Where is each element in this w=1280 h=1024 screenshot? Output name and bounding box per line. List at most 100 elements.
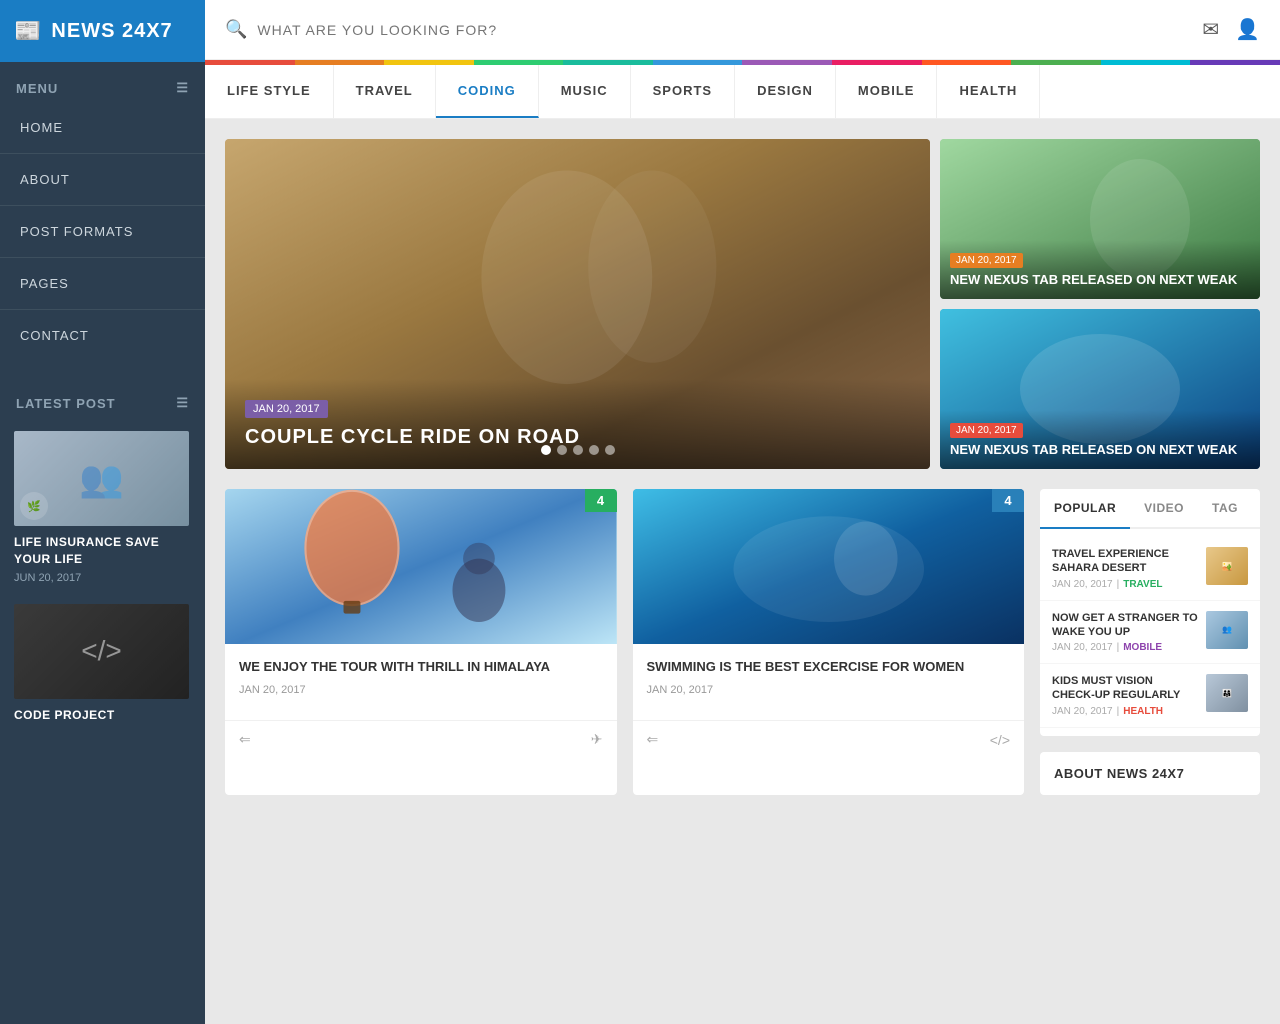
hero-dot-3[interactable] <box>573 445 583 455</box>
widget-tabs: POPULAR VIDEO TAG <box>1040 489 1260 529</box>
hero-side-cards: JAN 20, 2017 NEW NEXUS TAB RELEASED ON N… <box>940 139 1260 469</box>
widget-post-meta-3: JAN 20, 2017 | HEALTH <box>1052 706 1198 717</box>
article-title-1: WE ENJOY THE TOUR WITH THRILL IN HIMALAY… <box>239 658 603 676</box>
widget-post-tag-3: HEALTH <box>1123 706 1163 717</box>
menu-label: MENU <box>16 81 58 96</box>
nav-item-coding[interactable]: CODING <box>436 65 539 118</box>
widget-post-info-2: NOW GET A STRANGER TO WAKE YOU UP JAN 20… <box>1052 611 1198 654</box>
article-thumbnail-1: 4 <box>225 489 617 644</box>
widget-post-thumb-3: 👨‍👩‍👧 <box>1206 674 1248 712</box>
sidebar-logo[interactable]: 📰 NEWS 24X7 <box>0 0 205 62</box>
article-footer-1: ⇐ ✈ <box>225 720 617 758</box>
article-date-2: JAN 20, 2017 <box>647 684 1011 696</box>
articles-grid: 4 WE ENJOY THE TOUR WITH THRILL IN HIMAL… <box>225 489 1024 795</box>
hero-dot-2[interactable] <box>557 445 567 455</box>
hamburger-icon: ☰ <box>176 80 189 96</box>
hero-section: JAN 20, 2017 COUPLE CYCLE RIDE ON ROAD <box>225 139 1260 469</box>
nav-item-mobile[interactable]: MOBILE <box>836 65 938 118</box>
site-header: 🔍 ✉ 👤 <box>205 0 1280 60</box>
hero-side-caption-2: JAN 20, 2017 NEW NEXUS TAB RELEASED ON N… <box>940 410 1260 469</box>
nav-item-design[interactable]: DESIGN <box>735 65 836 118</box>
post-title: LIFE INSURANCE SAVE YOUR LIFE <box>14 534 191 568</box>
tab-video[interactable]: VIDEO <box>1130 489 1198 527</box>
hero-side-date-1: JAN 20, 2017 <box>950 253 1023 268</box>
widget-post-title-1: TRAVEL EXPERIENCE SAHARA DESERT <box>1052 547 1198 576</box>
article-date-1: JAN 20, 2017 <box>239 684 603 696</box>
user-icon[interactable]: 👤 <box>1235 17 1260 42</box>
nav-item-health[interactable]: HEALTH <box>937 65 1040 118</box>
hero-dot-indicators <box>541 445 615 455</box>
sidebar-item-contact[interactable]: CONTACT <box>0 314 205 357</box>
share-icon[interactable]: ⇐ <box>239 731 251 748</box>
article-card-2: 4 SWIMMING IS THE BEST EXCERCISE FOR WOM… <box>633 489 1025 795</box>
widget-post-date-2: JAN 20, 2017 <box>1052 642 1113 653</box>
list-item: NOW GET A STRANGER TO WAKE YOU UP JAN 20… <box>1040 601 1260 665</box>
hero-side-title-2: NEW NEXUS TAB RELEASED ON NEXT WEAK <box>950 442 1250 459</box>
widget-post-info-3: KIDS MUST VISION CHECK-UP REGULARLY JAN … <box>1052 674 1198 717</box>
mail-icon[interactable]: ✉ <box>1202 17 1219 42</box>
code-icon[interactable]: </> <box>990 732 1010 748</box>
about-widget-title: ABOUT NEWS 24X7 <box>1054 766 1246 781</box>
sidebar-navigation: HOME ABOUT POST FORMATS PAGES CONTACT <box>0 106 205 377</box>
widget-post-title-3: KIDS MUST VISION CHECK-UP REGULARLY <box>1052 674 1198 703</box>
newspaper-icon: 📰 <box>14 18 41 44</box>
nav-divider <box>0 257 205 258</box>
nav-item-music[interactable]: MUSIC <box>539 65 631 118</box>
nav-item-travel[interactable]: TRAVEL <box>334 65 436 118</box>
send-icon[interactable]: ✈ <box>591 731 603 748</box>
search-icon: 🔍 <box>225 19 247 40</box>
post-thumbnail: </> <box>14 604 189 699</box>
hero-dot-4[interactable] <box>589 445 599 455</box>
hero-side-date-2: JAN 20, 2017 <box>950 423 1023 438</box>
hero-main-caption: JAN 20, 2017 COUPLE CYCLE RIDE ON ROAD <box>225 379 930 469</box>
article-footer-2: ⇐ </> <box>633 720 1025 758</box>
widget-posts-list: TRAVEL EXPERIENCE SAHARA DESERT JAN 20, … <box>1040 529 1260 736</box>
hero-side-card-2[interactable]: JAN 20, 2017 NEW NEXUS TAB RELEASED ON N… <box>940 309 1260 469</box>
page-content: JAN 20, 2017 COUPLE CYCLE RIDE ON ROAD <box>205 119 1280 815</box>
main-content: 🔍 ✉ 👤 LIFE STYLE TRAVEL CODING MUSIC SPO… <box>205 0 1280 1024</box>
list-item: 👥 🌿 LIFE INSURANCE SAVE YOUR LIFE JUN 20… <box>0 421 205 594</box>
list-item: </> CODE PROJECT <box>0 594 205 738</box>
article-body-2: SWIMMING IS THE BEST EXCERCISE FOR WOMEN… <box>633 644 1025 720</box>
post-title: CODE PROJECT <box>14 707 191 724</box>
sidebar-latest-posts: 👥 🌿 LIFE INSURANCE SAVE YOUR LIFE JUN 20… <box>0 421 205 747</box>
hero-dot-5[interactable] <box>605 445 615 455</box>
tab-tag[interactable]: TAG <box>1198 489 1252 527</box>
nav-divider <box>0 205 205 206</box>
article-thumbnail-2: 4 <box>633 489 1025 644</box>
articles-section: 4 WE ENJOY THE TOUR WITH THRILL IN HIMAL… <box>225 489 1260 795</box>
post-thumbnail: 👥 🌿 <box>14 431 189 526</box>
nav-item-lifestyle[interactable]: LIFE STYLE <box>205 65 334 118</box>
post-thumb-image-2: </> <box>14 604 189 699</box>
sidebar: 📰 NEWS 24X7 MENU ☰ HOME ABOUT POST FORMA… <box>0 0 205 1024</box>
article-comment-count-1: 4 <box>585 489 617 512</box>
right-sidebar: POPULAR VIDEO TAG TRAVEL EXPERIENCE SAHA… <box>1040 489 1260 795</box>
widget-post-title-2: NOW GET A STRANGER TO WAKE YOU UP <box>1052 611 1198 640</box>
hero-side-caption-1: JAN 20, 2017 NEW NEXUS TAB RELEASED ON N… <box>940 240 1260 299</box>
hero-date-badge: JAN 20, 2017 <box>245 400 328 418</box>
hero-main-slide[interactable]: JAN 20, 2017 COUPLE CYCLE RIDE ON ROAD <box>225 139 930 469</box>
latest-post-icon: ☰ <box>176 395 189 411</box>
sidebar-item-about[interactable]: ABOUT <box>0 158 205 201</box>
nav-item-sports[interactable]: SPORTS <box>631 65 735 118</box>
site-name: NEWS 24X7 <box>51 20 172 43</box>
widget-post-tag-2: MOBILE <box>1123 642 1162 653</box>
latest-post-header: LATEST POST ☰ <box>0 377 205 421</box>
article-body-1: WE ENJOY THE TOUR WITH THRILL IN HIMALAY… <box>225 644 617 720</box>
sidebar-item-pages[interactable]: PAGES <box>0 262 205 305</box>
article-image-2 <box>633 489 1025 644</box>
nav-divider <box>0 153 205 154</box>
share-icon[interactable]: ⇐ <box>647 731 659 748</box>
widget-post-date-3: JAN 20, 2017 <box>1052 706 1113 717</box>
tab-popular[interactable]: POPULAR <box>1040 489 1130 529</box>
separator: | <box>1117 579 1120 590</box>
article-card-1: 4 WE ENJOY THE TOUR WITH THRILL IN HIMAL… <box>225 489 617 795</box>
sidebar-item-post-formats[interactable]: POST FORMATS <box>0 210 205 253</box>
menu-header: MENU ☰ <box>0 62 205 106</box>
hero-dot-1[interactable] <box>541 445 551 455</box>
search-input[interactable] <box>257 22 1202 38</box>
sidebar-item-home[interactable]: HOME <box>0 106 205 149</box>
post-date: JUN 20, 2017 <box>14 572 191 584</box>
main-navigation: LIFE STYLE TRAVEL CODING MUSIC SPORTS DE… <box>205 65 1280 119</box>
hero-side-card-1[interactable]: JAN 20, 2017 NEW NEXUS TAB RELEASED ON N… <box>940 139 1260 299</box>
